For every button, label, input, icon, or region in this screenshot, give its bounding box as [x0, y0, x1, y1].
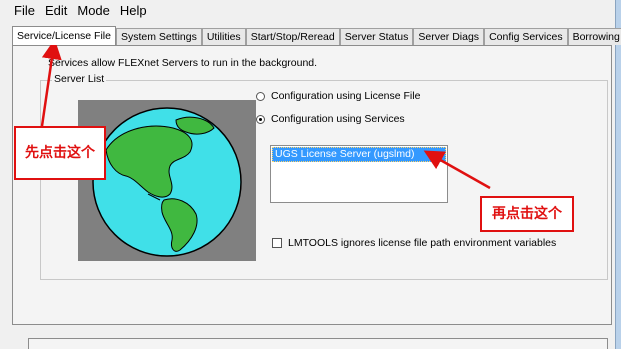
radio-license-file[interactable]: Configuration using License File: [256, 90, 420, 102]
globe-image: [78, 100, 256, 261]
radio-services[interactable]: Configuration using Services: [256, 113, 405, 125]
tab-utilities[interactable]: Utilities: [201, 28, 246, 45]
service-list-item[interactable]: UGS License Server (ugslmd): [272, 147, 446, 162]
menu-help[interactable]: Help: [115, 0, 152, 22]
radio-license-file-button[interactable]: [256, 91, 265, 101]
panel-description: Services allow FLEXnet Servers to run in…: [48, 57, 318, 69]
ignore-env-label: LMTOOLS ignores license file path enviro…: [288, 237, 557, 249]
callout-first-click: 先点击这个: [14, 126, 106, 180]
tab-borrowing[interactable]: Borrowing: [567, 28, 621, 45]
service-listbox[interactable]: UGS License Server (ugslmd): [270, 145, 448, 203]
tab-system-settings[interactable]: System Settings: [115, 28, 202, 45]
radio-services-button[interactable]: [256, 114, 265, 124]
callout-second-click: 再点击这个: [480, 196, 574, 232]
tab-strip: Service/License File System Settings Uti…: [12, 26, 621, 45]
tab-config-services[interactable]: Config Services: [484, 28, 568, 45]
tab-server-status[interactable]: Server Status: [339, 28, 414, 45]
menu-bar: File Edit Mode Help: [0, 0, 621, 22]
ignore-env-checkbox[interactable]: [272, 238, 282, 248]
status-area: [28, 338, 608, 349]
menu-mode[interactable]: Mode: [72, 0, 115, 22]
tab-server-diags[interactable]: Server Diags: [413, 28, 485, 45]
tab-start-stop-reread[interactable]: Start/Stop/Reread: [245, 28, 340, 45]
window-frame-edge: [615, 0, 621, 349]
radio-services-label: Configuration using Services: [271, 113, 405, 125]
tab-service-license-file[interactable]: Service/License File: [12, 26, 116, 45]
ignore-env-checkbox-row[interactable]: LMTOOLS ignores license file path enviro…: [272, 237, 556, 249]
menu-edit[interactable]: Edit: [40, 0, 72, 22]
globe-icon: [92, 107, 242, 257]
radio-license-file-label: Configuration using License File: [271, 90, 421, 102]
server-list-label: Server List: [52, 73, 107, 85]
menu-file[interactable]: File: [0, 0, 40, 22]
